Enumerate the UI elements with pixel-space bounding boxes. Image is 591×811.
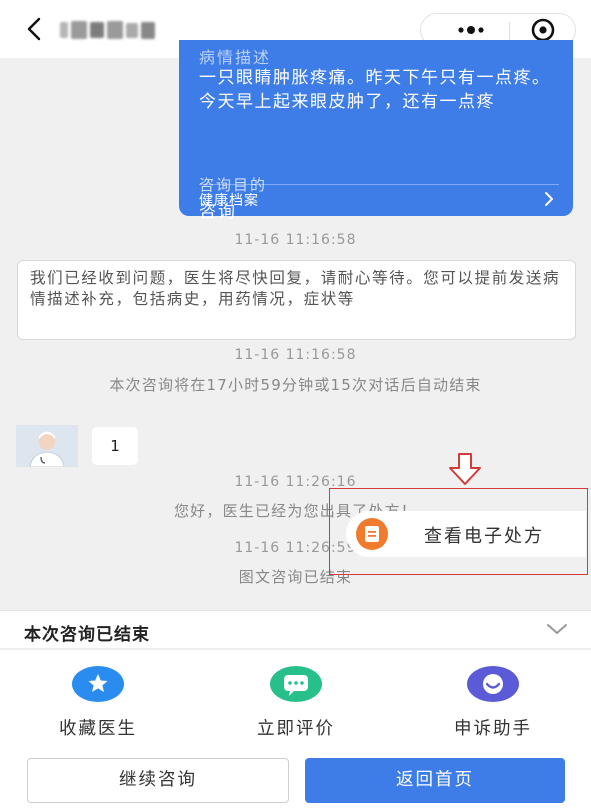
health-record-label: 健康档案 (199, 193, 259, 209)
chevron-right-icon (545, 192, 553, 206)
description-label: 病情描述 (199, 48, 272, 67)
doctor-figure-icon (16, 425, 78, 467)
appeal-assistant-button[interactable]: 申诉助手 (423, 666, 563, 739)
document-icon (356, 518, 388, 550)
consult-ended-bar[interactable]: 本次咨询已结束 (0, 610, 591, 649)
rate-now-button[interactable]: 立即评价 (226, 666, 366, 739)
continue-consult-button[interactable]: 继续咨询 (27, 758, 289, 803)
consult-ended-title: 本次咨询已结束 (24, 625, 150, 645)
capsule-divider (509, 22, 510, 40)
chevron-down-icon[interactable] (545, 621, 569, 637)
chat-bubble-icon (270, 666, 322, 702)
doctor-message-bubble: 1 (92, 427, 138, 465)
favorite-doctor-label: 收藏医生 (59, 719, 137, 739)
auto-end-notice: 本次咨询将在17小时59分钟或15次对话后自动结束 (109, 376, 482, 394)
star-icon (72, 666, 124, 702)
return-home-button[interactable]: 返回首页 (305, 758, 565, 803)
chevron-left-icon[interactable] (20, 12, 50, 46)
view-e-prescription-button[interactable]: 查看电子处方 (346, 511, 586, 557)
health-record-link[interactable]: 健康档案 (179, 184, 573, 216)
favorite-doctor-button[interactable]: 收藏医生 (28, 666, 168, 739)
down-arrow-annotation-icon (449, 453, 481, 485)
action-panel: 收藏医生 立即评价 申诉助手 继续咨询 返回首页 (0, 650, 591, 811)
system-reply-message: 我们已经收到问题，医生将尽快回复，请耐心等待。您可以提前发送病情描述补充，包括病… (17, 260, 576, 340)
card-divider (199, 184, 559, 185)
appeal-assistant-label: 申诉助手 (454, 719, 532, 739)
smile-icon (467, 666, 519, 702)
view-e-prescription-label: 查看电子处方 (424, 526, 544, 547)
timestamp: 11-16 11:16:58 (234, 232, 357, 248)
illness-description: 一只眼睛肿胀疼痛。昨天下午只有一点疼。今天早上起来眼皮肿了，还有一点疼 (199, 68, 551, 112)
doctor-avatar[interactable] (16, 425, 78, 467)
rate-now-label: 立即评价 (257, 719, 335, 739)
timestamp: 11-16 11:16:58 (234, 347, 357, 363)
page-title-blurred (60, 19, 155, 41)
